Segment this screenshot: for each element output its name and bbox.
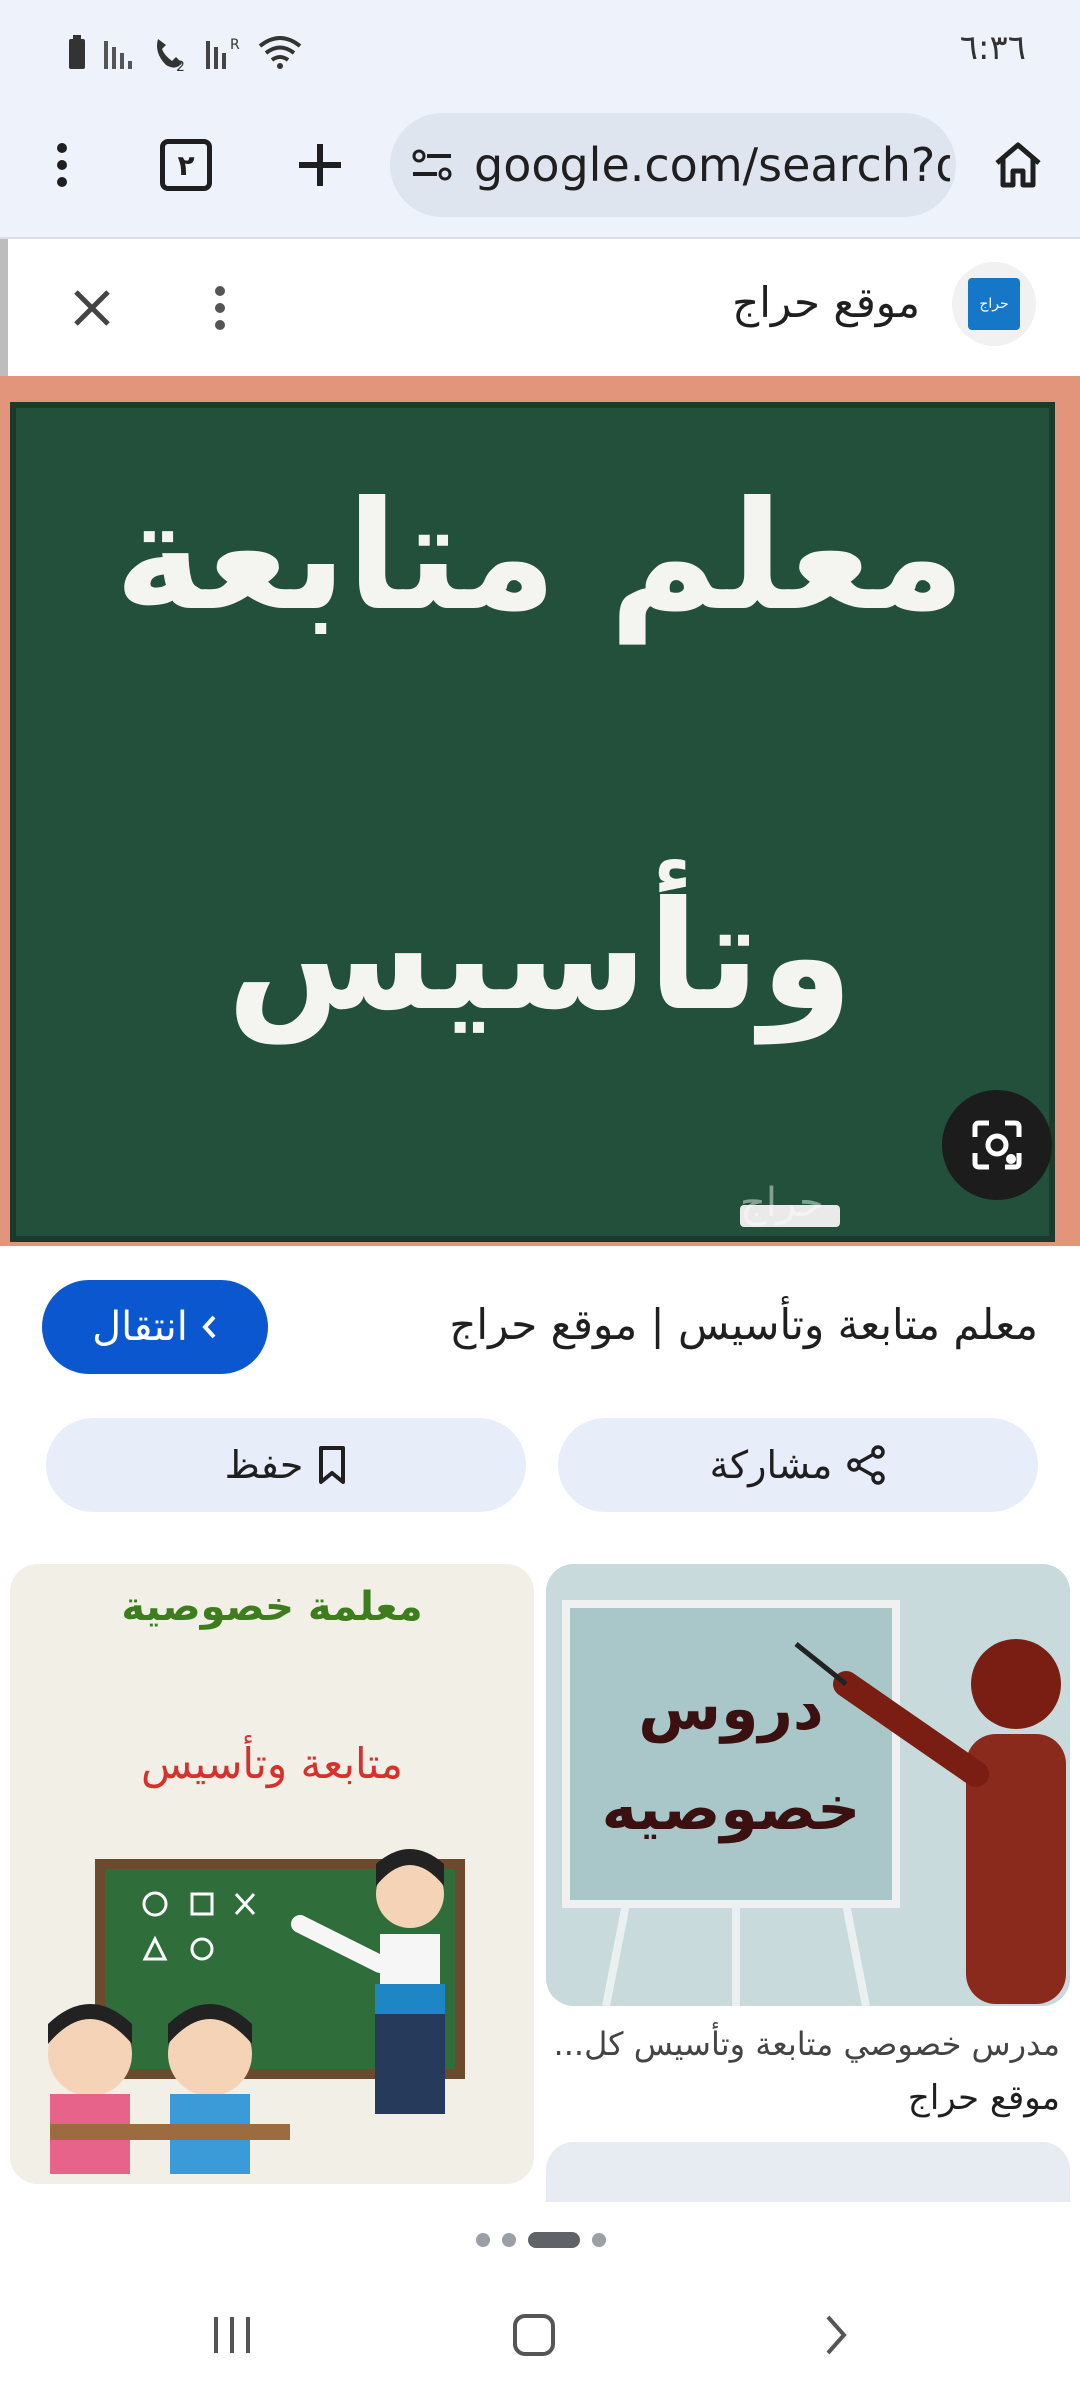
image-text-line2: وتأسيس [226, 870, 854, 1044]
wifi-icon [258, 36, 302, 69]
wifi-calling-icon: 2 [157, 39, 185, 73]
menu-dots-icon [57, 143, 67, 187]
haraj-logo-icon: حراج [968, 278, 1020, 330]
battery-icon [69, 35, 85, 69]
signal-roaming-icon: R [206, 37, 240, 69]
home-button[interactable] [976, 125, 1060, 205]
scrollbar[interactable] [0, 239, 8, 379]
related-image-card-next[interactable] [546, 2142, 1070, 2202]
related-caption[interactable]: مدرس خصوصي متابعة وتأسيس كل... [554, 2025, 1060, 2063]
home-nav-icon [513, 2314, 555, 2356]
svg-text:R: R [230, 37, 240, 53]
new-tab-button[interactable] [280, 125, 360, 205]
visit-button[interactable]: انتقال [42, 1280, 268, 1374]
share-button[interactable]: مشاركة [558, 1418, 1038, 1512]
more-vert-icon [215, 286, 225, 330]
scroll-fade [0, 2205, 1080, 2235]
url-text[interactable]: google.com/search?q= [474, 134, 950, 196]
card-right-text2: خصوصيه [601, 1774, 861, 1844]
home-icon [995, 142, 1041, 188]
home-nav-button[interactable] [494, 2305, 574, 2365]
back-icon [826, 2315, 847, 2355]
visit-label: انتقال [92, 1304, 188, 1350]
pager-dots [476, 2232, 606, 2248]
teacher-classroom-image [10, 1564, 534, 2184]
new-tab-icon [299, 144, 341, 186]
chevron-right-icon [202, 1315, 216, 1339]
close-icon [74, 290, 110, 326]
site-info-icon [412, 149, 452, 181]
recent-apps-button[interactable] [192, 2305, 272, 2365]
image-text-line1: معلم متابعة [114, 470, 966, 644]
bookmark-icon [319, 1446, 346, 1484]
recent-apps-icon [214, 2317, 250, 2353]
pager-dot[interactable] [476, 2233, 490, 2247]
save-label: حفظ [224, 1443, 304, 1487]
related-image-card[interactable]: معلمة خصوصية متابعة وتأسيس [10, 1564, 534, 2184]
save-button[interactable]: حفظ [46, 1418, 526, 1512]
card-left-text1: معلمة خصوصية [121, 1584, 423, 1630]
site-info-button[interactable] [402, 135, 462, 195]
tabs-button[interactable]: ٢ [146, 125, 226, 205]
svg-text:2: 2 [176, 59, 185, 73]
lens-icon [972, 1120, 1022, 1170]
related-image-card[interactable]: دروس خصوصيه [546, 1564, 1070, 2006]
lens-search-button[interactable] [942, 1090, 1052, 1200]
pager-dot[interactable] [592, 2233, 606, 2247]
more-options-button[interactable] [180, 268, 260, 348]
pager-dot[interactable] [528, 2232, 580, 2248]
result-title: معلم متابعة وتأسيس | موقع حراج [449, 1300, 1038, 1349]
related-source: موقع حراج [907, 2078, 1060, 2118]
back-nav-button[interactable] [796, 2305, 876, 2365]
tabs-icon: ٢ [160, 139, 212, 191]
status-time: ٦:٣٦ [959, 28, 1026, 68]
signal-icon [104, 41, 132, 69]
source-site-name[interactable]: موقع حراج [732, 278, 920, 327]
status-icons: 2 R [66, 28, 302, 78]
menu-button[interactable] [22, 125, 102, 205]
source-favicon: حراج [952, 262, 1036, 346]
share-label: مشاركة [709, 1443, 833, 1487]
pager-dot[interactable] [502, 2233, 516, 2247]
share-icon [847, 1445, 886, 1485]
card-left-text2: متابعة وتأسيس [141, 1739, 403, 1788]
close-button[interactable] [52, 268, 132, 348]
card-right-text1: دروس [638, 1674, 824, 1744]
